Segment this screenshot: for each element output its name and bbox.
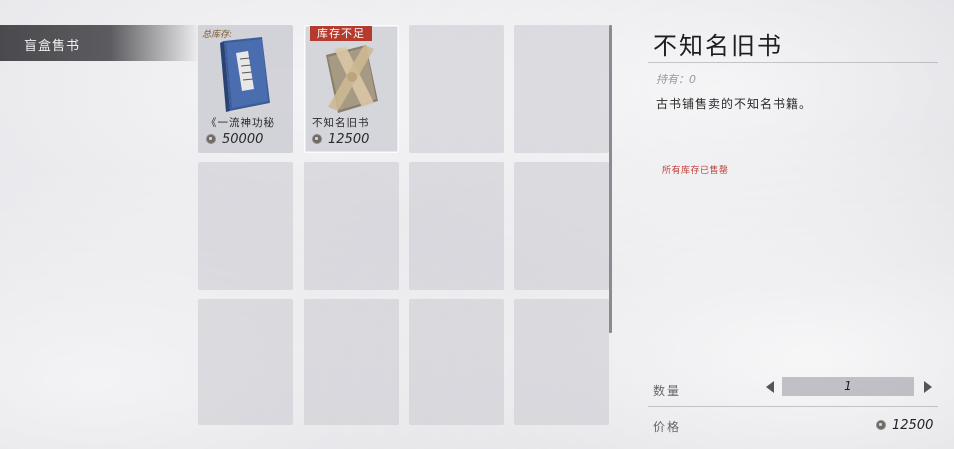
item-description: 古书铺售卖的不知名书籍。	[656, 97, 813, 111]
wrapped-book-icon	[326, 45, 378, 113]
grid-item-martial-book[interactable]: 总库存: 《一流神功秘 50000	[198, 25, 293, 153]
grid-scrollbar[interactable]	[609, 25, 612, 333]
coin-icon	[206, 134, 216, 144]
total-price: 12500	[876, 418, 933, 433]
grid-empty-slot[interactable]	[514, 162, 609, 290]
quantity-stepper[interactable]: 1	[782, 377, 914, 396]
grid-empty-slot[interactable]	[304, 299, 399, 425]
increase-quantity-arrow-icon[interactable]	[924, 381, 932, 393]
title-divider	[648, 62, 938, 63]
grid-item-unknown-book[interactable]: 库存不足 不知名旧书 12500	[304, 25, 399, 153]
grid-empty-slot[interactable]	[514, 25, 609, 153]
tab-blind-box-books[interactable]: 盲盒售书	[0, 25, 200, 61]
decrease-quantity-arrow-icon[interactable]	[766, 381, 774, 393]
item-title: 不知名旧书	[653, 32, 783, 60]
grid-empty-slot[interactable]	[198, 162, 293, 290]
tab-label: 盲盒售书	[24, 39, 81, 54]
item-name: 《一流神功秘	[206, 117, 275, 129]
grid-empty-slot[interactable]	[409, 25, 504, 153]
item-price: 50000	[206, 132, 263, 147]
price-label: 价格	[653, 420, 682, 434]
item-price: 12500	[312, 132, 369, 147]
grid-empty-slot[interactable]	[514, 299, 609, 425]
quantity-label: 数量	[653, 384, 682, 398]
grid-empty-slot[interactable]	[304, 162, 399, 290]
grid-empty-slot[interactable]	[409, 299, 504, 425]
owned-count: 持有：0	[656, 73, 696, 86]
item-name: 不知名旧书	[312, 117, 370, 129]
blue-book-icon	[220, 37, 270, 113]
soldout-notice: 所有库存已售罄	[662, 166, 729, 176]
coin-icon	[312, 134, 322, 144]
grid-empty-slot[interactable]	[198, 299, 293, 425]
coin-icon	[876, 420, 886, 430]
quantity-divider	[648, 406, 938, 407]
grid-empty-slot[interactable]	[409, 162, 504, 290]
